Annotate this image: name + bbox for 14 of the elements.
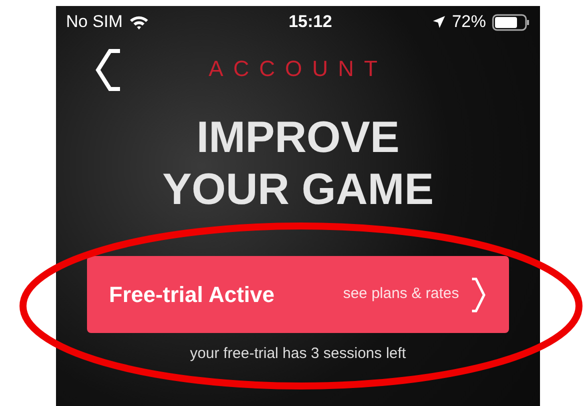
chevron-right-icon	[469, 276, 487, 312]
location-arrow-icon	[432, 15, 446, 29]
carrier-text: No SIM	[66, 11, 123, 34]
battery-percentage: 72%	[452, 11, 486, 34]
time-text: 15:12	[288, 11, 332, 34]
wifi-icon	[128, 14, 149, 30]
sessions-note: your free-trial has 3 sessions left	[190, 344, 406, 364]
page-title: ACCOUNT	[208, 54, 388, 82]
plan-status-button[interactable]: Free-trial Active see plans & rates	[87, 256, 509, 333]
hero-heading-line: YOUR GAME	[162, 164, 434, 216]
plan-status-label: Free-trial Active	[109, 281, 274, 309]
see-plans-link[interactable]: see plans & rates	[343, 283, 459, 306]
battery-icon	[492, 14, 530, 30]
hero-heading-line: IMPROVE	[196, 112, 400, 164]
